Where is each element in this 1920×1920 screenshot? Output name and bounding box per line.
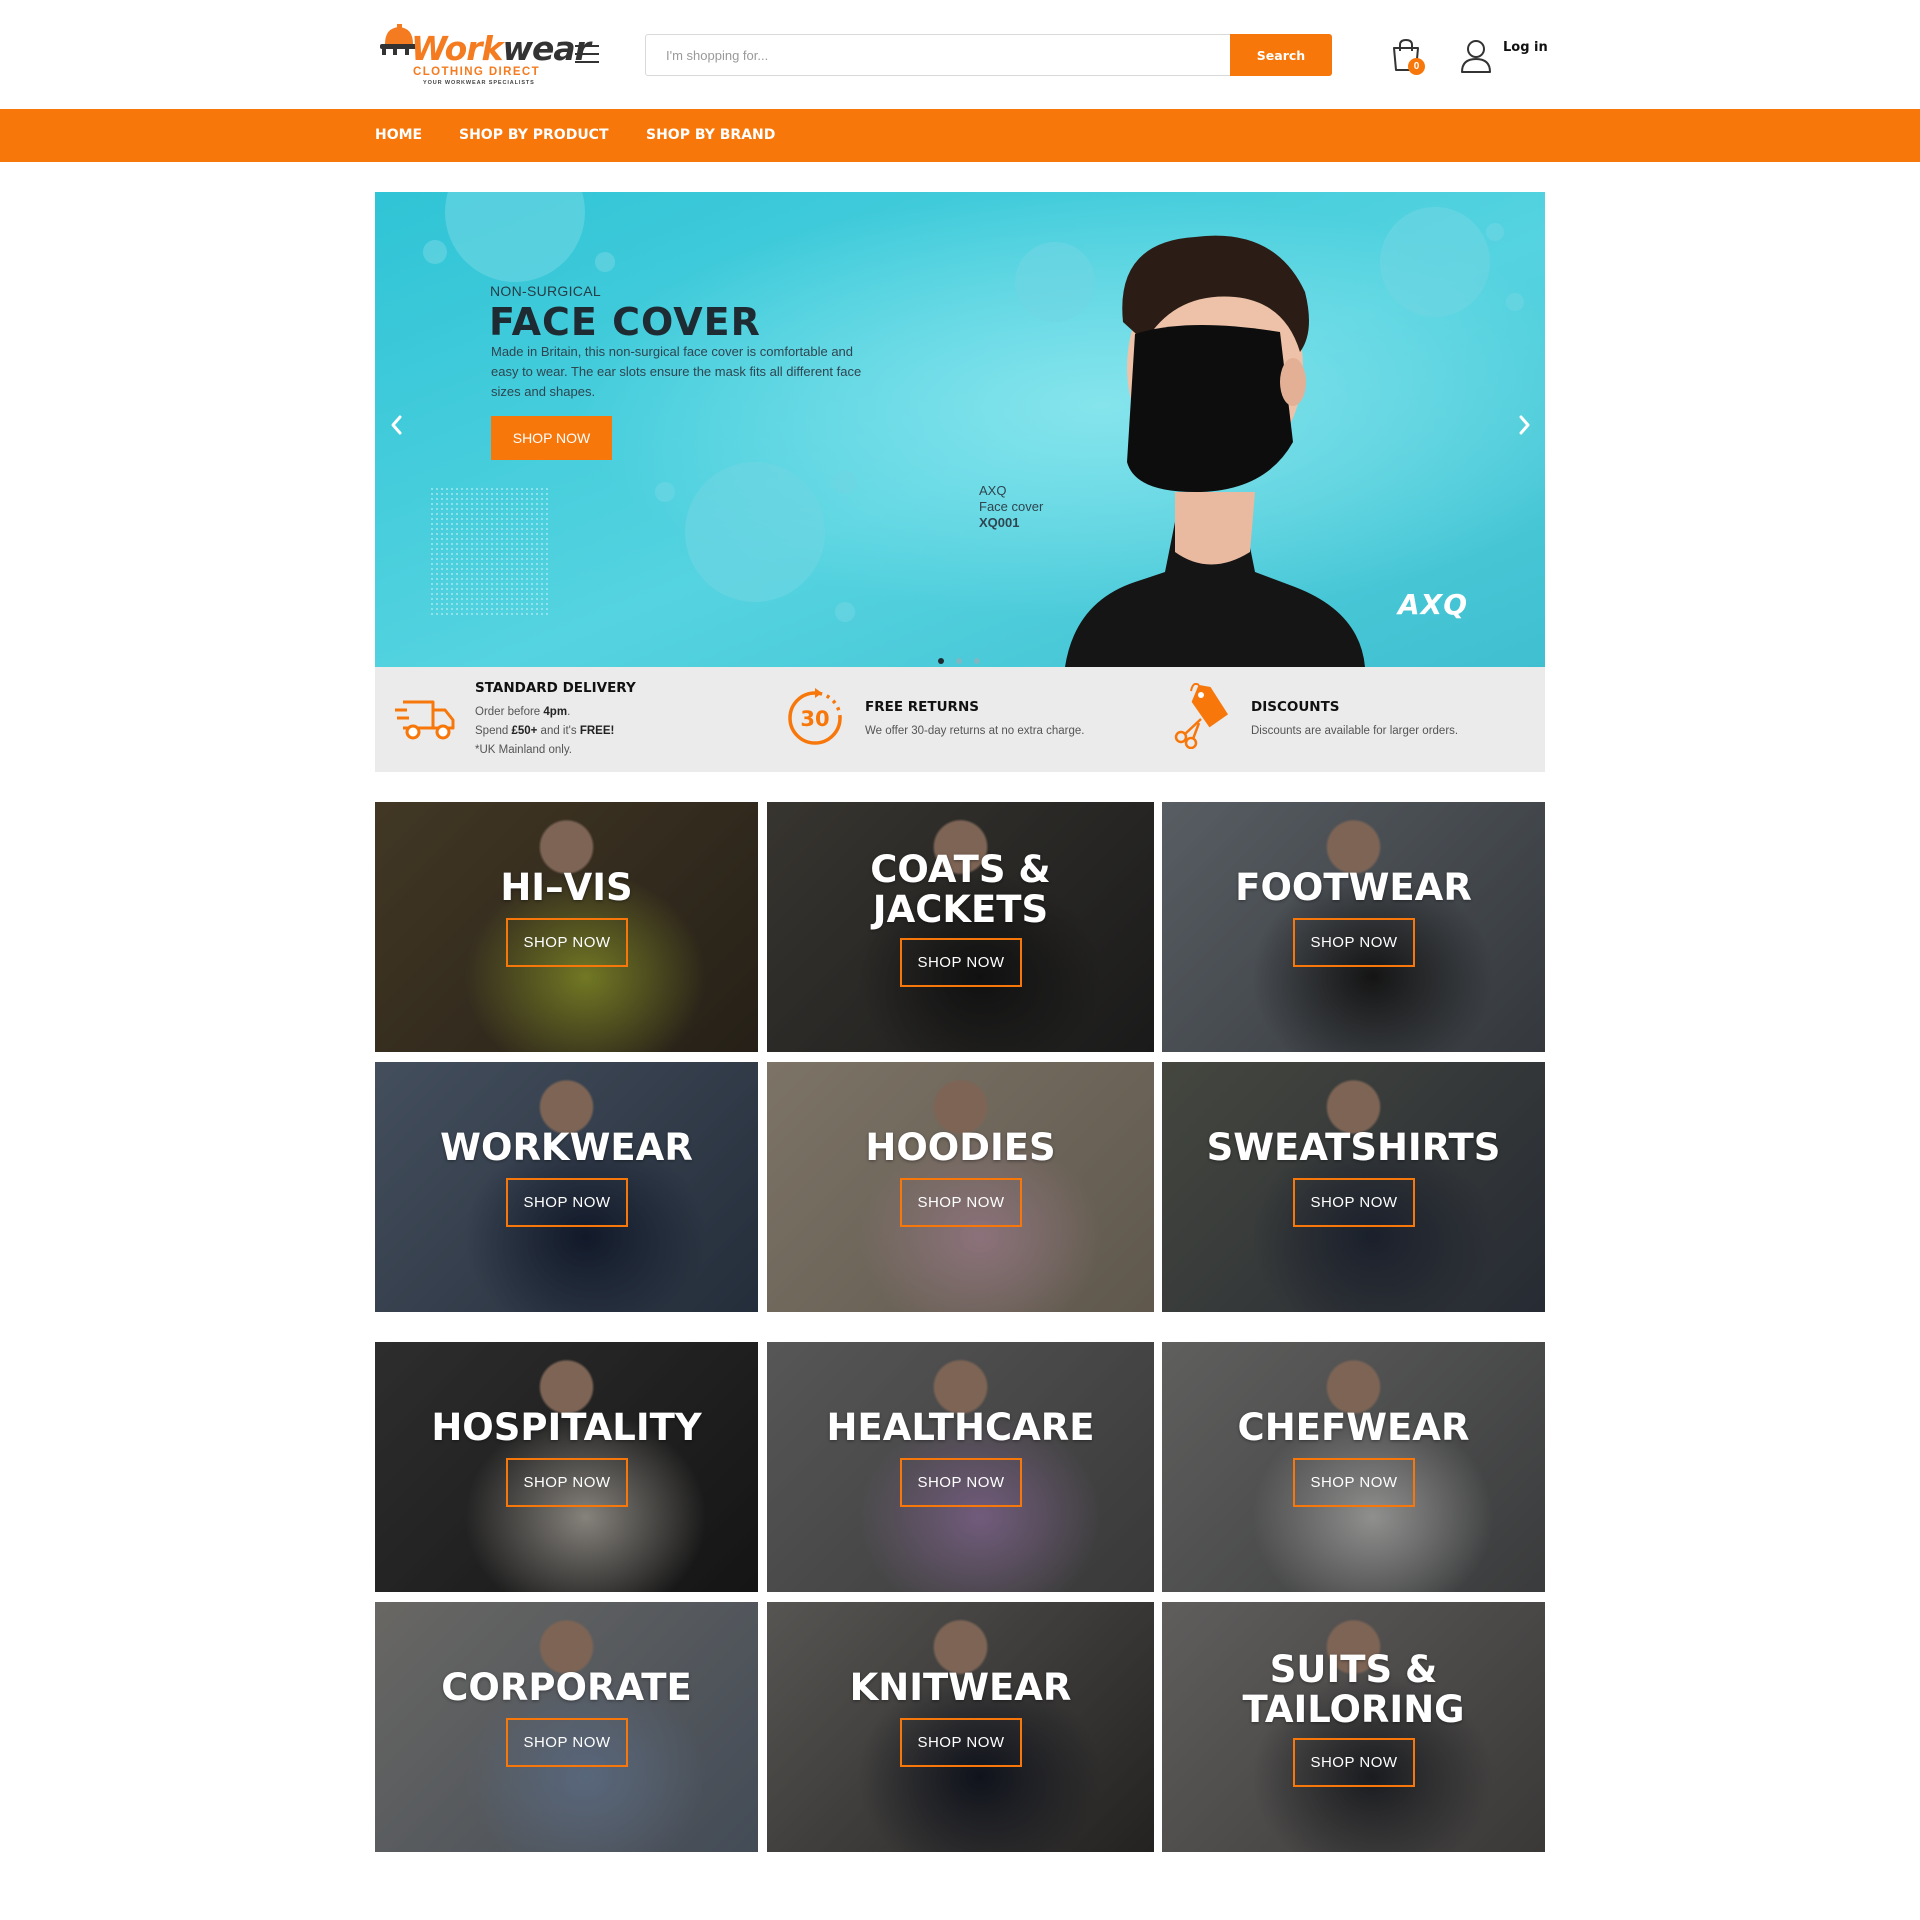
category-tile[interactable]: SUITS & TAILORING SHOP NOW [1162,1602,1545,1852]
category-shop-now-button[interactable]: SHOP NOW [506,1458,628,1507]
slider-dot[interactable] [974,658,980,664]
category-tile[interactable]: HOSPITALITY SHOP NOW [375,1342,758,1592]
cart-count-badge: 0 [1408,58,1425,75]
slider-pagination [938,651,992,667]
category-shop-now-button[interactable]: SHOP NOW [506,1178,628,1227]
category-title: FOOTWEAR [1235,866,1472,909]
axq-brand-logo: AXQ [1398,588,1469,621]
category-tile[interactable]: KNITWEAR SHOP NOW [767,1602,1154,1852]
logo-wordmark: Workwear [411,29,591,68]
category-tile[interactable]: CORPORATE SHOP NOW [375,1602,758,1852]
feature-line: Discounts are available for larger order… [1251,725,1459,737]
category-tile[interactable]: SWEATSHIRTS SHOP NOW [1162,1062,1545,1312]
category-title: CORPORATE [441,1666,692,1709]
slider-next-arrow-icon[interactable] [1512,410,1536,440]
hero-description: Made in Britain, this non-surgical face … [491,344,862,399]
hero-kicker: NON-SURGICAL [490,283,601,299]
hamburger-icon[interactable] [575,45,601,65]
category-title: HOSPITALITY [431,1406,702,1449]
category-shop-now-button[interactable]: SHOP NOW [506,918,628,967]
category-title-line2: TAILORING [1242,1688,1465,1731]
category-shop-now-button[interactable]: SHOP NOW [1293,1458,1415,1507]
category-tile[interactable]: FOOTWEAR SHOP NOW [1162,802,1545,1052]
category-tile[interactable]: CHEFWEAR SHOP NOW [1162,1342,1545,1592]
site-logo[interactable]: Workwear CLOTHING DIRECT YOUR WORKWEAR S… [375,18,591,90]
category-tile[interactable]: HI–VIS SHOP NOW [375,802,758,1052]
category-tile[interactable]: WORKWEAR SHOP NOW [375,1062,758,1312]
site-header: Workwear CLOTHING DIRECT YOUR WORKWEAR S… [0,0,1920,109]
category-title: SUITS & [1269,1648,1438,1691]
feature-free-returns: 30 FREE RETURNS We offer 30-day returns … [765,667,1155,772]
feature-line: Order before 4pm. [475,706,571,718]
hero-product-label: AXQ Face cover XQ001 [979,483,1043,531]
hero-product-name: Face cover [979,499,1044,514]
hero-slider: NON-SURGICAL FACE COVER Made in Britain,… [375,192,1545,667]
category-title: SWEATSHIRTS [1206,1126,1501,1169]
search-button[interactable]: Search [1230,34,1332,76]
main-nav: HOME SHOP BY PRODUCT SHOP BY BRAND [0,109,1920,162]
category-shop-now-button[interactable]: SHOP NOW [1293,918,1415,967]
category-title: KNITWEAR [849,1666,1072,1709]
category-title: HOODIES [865,1126,1056,1169]
feature-discounts: DISCOUNTS Discounts are available for la… [1155,667,1545,772]
category-shop-now-button[interactable]: SHOP NOW [900,938,1022,987]
category-title: HI–VIS [500,866,633,909]
category-title-line2: JACKETS [872,888,1049,931]
category-shop-now-button[interactable]: SHOP NOW [900,1178,1022,1227]
user-icon[interactable] [1459,38,1493,74]
feature-line: Spend £50+ and it's FREE! [475,725,615,737]
feature-title: FREE RETURNS [865,699,979,715]
category-title: WORKWEAR [440,1126,693,1169]
category-title: HEALTHCARE [826,1406,1095,1449]
category-tile[interactable]: HOODIES SHOP NOW [767,1062,1154,1312]
logo-subtitle: CLOTHING DIRECT [413,66,541,78]
feature-title: DISCOUNTS [1251,699,1340,715]
features-strip: STANDARD DELIVERY Order before 4pm. Spen… [375,667,1545,772]
feature-line: We offer 30-day returns at no extra char… [865,725,1085,737]
category-shop-now-button[interactable]: SHOP NOW [1293,1738,1415,1787]
feature-line: *UK Mainland only. [475,744,572,756]
svg-text:30: 30 [800,707,829,731]
feature-title: STANDARD DELIVERY [475,680,636,696]
slider-dot[interactable] [938,658,944,664]
category-title: COATS & [870,848,1051,891]
hero-title: FACE COVER [489,300,761,344]
category-shop-now-button[interactable]: SHOP NOW [900,1458,1022,1507]
category-tile[interactable]: COATS & JACKETS SHOP NOW [767,802,1154,1052]
hero-shop-now-button[interactable]: SHOP NOW [491,416,612,460]
search-bar: Search [645,34,1332,76]
nav-item-home[interactable]: HOME [375,109,422,162]
cart-button[interactable]: 0 [1390,38,1426,76]
logo-tagline: YOUR WORKWEAR SPECIALISTS [423,80,535,86]
category-shop-now-button[interactable]: SHOP NOW [900,1718,1022,1767]
search-input[interactable] [646,35,1232,75]
slider-prev-arrow-icon[interactable] [385,410,409,440]
price-tag-scissors-icon [1174,683,1229,749]
nav-item-shop-by-brand[interactable]: SHOP BY BRAND [646,109,775,162]
hero-product-code: XQ001 [979,515,1020,530]
nav-item-shop-by-product[interactable]: SHOP BY PRODUCT [459,109,609,162]
delivery-truck-icon [395,700,455,740]
category-title: CHEFWEAR [1237,1406,1470,1449]
hero-product-brand: AXQ [979,483,1007,498]
category-shop-now-button[interactable]: SHOP NOW [506,1718,628,1767]
login-link[interactable]: Log in [1503,40,1548,55]
category-shop-now-button[interactable]: SHOP NOW [1293,1178,1415,1227]
feature-standard-delivery: STANDARD DELIVERY Order before 4pm. Spen… [375,667,765,772]
slider-dot[interactable] [956,658,962,664]
returns-30-icon: 30 [788,688,842,745]
category-tile[interactable]: HEALTHCARE SHOP NOW [767,1342,1154,1592]
